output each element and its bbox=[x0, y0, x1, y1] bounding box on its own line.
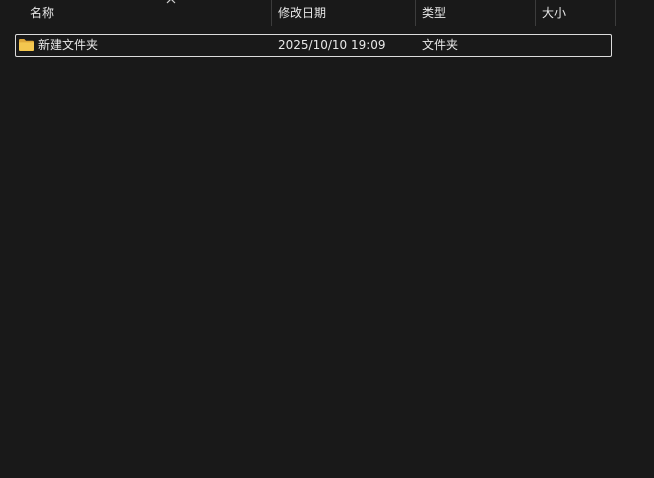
file-explorer-details-view: 名称 修改日期 类型 大小 新建文件夹 2025/10/10 19:09 文件夹 bbox=[0, 0, 654, 478]
column-header-modified-label: 修改日期 bbox=[278, 6, 327, 20]
column-header-name[interactable]: 名称 bbox=[24, 0, 271, 27]
file-name: 新建文件夹 bbox=[38, 38, 99, 52]
column-divider[interactable] bbox=[615, 0, 616, 26]
column-header-modified[interactable]: 修改日期 bbox=[272, 0, 415, 27]
column-header-size[interactable]: 大小 bbox=[536, 0, 615, 27]
file-modified-date: 2025/10/10 19:09 bbox=[278, 38, 386, 52]
file-type: 文件夹 bbox=[422, 38, 459, 52]
column-header-size-label: 大小 bbox=[542, 6, 567, 20]
chevron-up-icon bbox=[166, 0, 176, 4]
folder-icon bbox=[19, 39, 34, 51]
empty-list-area[interactable] bbox=[0, 60, 654, 478]
list-item[interactable]: 新建文件夹 2025/10/10 19:09 文件夹 bbox=[15, 34, 612, 57]
column-header-bar: 名称 修改日期 类型 大小 bbox=[0, 0, 654, 27]
column-header-type-label: 类型 bbox=[422, 6, 447, 20]
column-header-name-label: 名称 bbox=[30, 6, 55, 20]
column-header-type[interactable]: 类型 bbox=[416, 0, 535, 27]
